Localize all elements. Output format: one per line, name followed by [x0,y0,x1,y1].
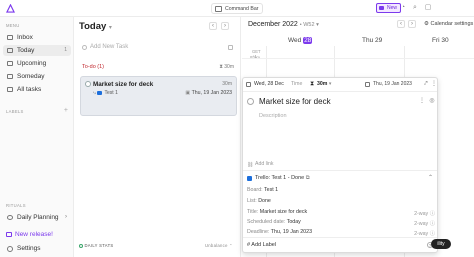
labels-section-label: LABELS [6,109,24,114]
sync-mode: 2-way ⓘ [414,231,435,237]
todo-total-estimate: ⧗ 30m [219,64,234,70]
calendar-day-icon [7,48,13,53]
link-icon: ⛓ [247,162,254,168]
page-title[interactable]: Today ▾ [79,21,112,32]
chevron-down-icon: ▾ [108,25,112,31]
stats-icon [79,243,83,248]
rituals-section-label: RITUALS [6,203,26,208]
modal-toolbar: Wed, 28 Dec Time ⧗ 30m ▾ Thu, 19 Jan 202… [243,78,437,92]
gift-icon [6,232,12,237]
add-label-icon[interactable]: + [64,107,68,114]
trello-icon [247,176,252,181]
task-estimate: 30m [222,81,232,87]
search-icon[interactable]: ⌕ [411,4,419,12]
daily-stats-bar[interactable]: DAILY STATS Unbalance ⌃ [79,243,237,248]
chevron-down-icon: ▾ [328,81,332,87]
trello-row-deadline: Deadline: Thu, 19 Jan 2023 2-way ⓘ [247,229,435,237]
hourglass-icon: ⧗ [310,81,315,87]
sun-icon [7,215,13,220]
today-count: 1 [64,47,67,53]
trello-section-header[interactable]: Trello: Test 1 - Done ⧉ [247,175,310,182]
todo-section-header[interactable]: To-do (1) [82,64,104,70]
sync-mode: 2-way ⓘ [414,221,435,227]
gear-icon [7,246,13,252]
task-card[interactable]: Market size for deck 30m ⤷ Test 1 ▣ Thu,… [80,76,237,116]
settings-link[interactable]: Settings [3,243,71,254]
add-link-button[interactable]: ⛓ Add link [247,161,273,168]
calendar-prev-button[interactable]: ‹ [397,20,405,28]
sidebar-item-today[interactable]: Today 1 [3,45,71,56]
trello-row-board: Board: Test 1 [247,187,279,193]
day-header-fri[interactable]: Fri 30 [432,37,449,44]
window-icon[interactable]: ▢ [424,4,432,12]
sidebar-item-all-tasks[interactable]: All tasks [3,84,71,95]
floating-pill-button[interactable]: ility [431,239,451,249]
sidebar-item-someday[interactable]: Someday [3,71,71,82]
trello-row-scheduled: Scheduled date: Today 2-way ⓘ [247,219,435,227]
divider [243,237,437,238]
gear-icon: ⚙ [424,21,429,27]
link-icon[interactable]: ⤤ [423,81,429,88]
sync-mode: 2-way ⓘ [414,211,435,217]
calendar-icon: ▣ [185,90,191,96]
today-column: Today ▾ ‹ › Add New Task To-do (1) ⧗ 30m… [75,17,241,257]
calendar-next-button[interactable]: › [408,20,416,28]
new-release-link[interactable]: New release! [6,231,53,238]
trello-row-title: Title: Market size for deck 2-way ⓘ [247,209,435,217]
scheduled-date-button[interactable]: Wed, 28 Dec [246,81,284,87]
clock-icon [7,74,13,79]
gift-icon [379,6,384,10]
prev-day-button[interactable]: ‹ [209,22,217,30]
new-badge[interactable]: New [376,3,402,13]
view-toggle-icon[interactable] [228,45,233,50]
command-icon [215,6,222,12]
app-logo [6,4,15,13]
calendar-icon [7,61,13,66]
time-field[interactable]: Time [291,81,302,87]
chevron-right-icon: › [65,214,67,220]
hour-gridline [242,58,474,59]
menu-section-label: MENU [6,23,20,28]
next-day-button[interactable]: › [221,22,229,30]
unbalance-label: Unbalance ⌃ [204,243,233,248]
plus-circle-icon [82,45,87,50]
task-title-field[interactable]: Market size for deck [259,97,331,106]
add-task-input[interactable]: Add New Task [79,42,237,53]
sidebar-item-daily-planning[interactable]: Daily Planning › [3,212,71,223]
link-icon: ⤷ [93,90,96,96]
more-vertical-icon[interactable]: ⋮ [419,98,425,105]
top-bar: Command Bar New ◔ ⌕ ▢ [0,0,474,17]
day-header-thu[interactable]: Thu 29 [362,37,382,44]
trello-icon [97,90,103,95]
divider [243,170,437,171]
calendar-settings-button[interactable]: ⚙ Calendar settings [424,21,473,27]
calendar-title[interactable]: December 2022 • W52 ▾ [248,21,319,28]
task-due-date: ▣ Thu, 19 Jan 2023 [185,90,232,96]
task-complete-checkbox[interactable] [247,98,254,105]
task-detail-modal: Wed, 28 Dec Time ⧗ 30m ▾ Thu, 19 Jan 202… [242,77,438,253]
description-field[interactable]: Description [259,113,287,119]
add-label-button[interactable]: # Add Label [247,242,276,248]
inbox-icon [7,35,13,40]
command-bar-button[interactable]: Command Bar [211,3,264,14]
sidebar-item-inbox[interactable]: Inbox [3,32,71,43]
due-date-button[interactable]: Thu, 19 Jan 2023 [365,81,412,87]
trello-row-list: List: Done [247,198,271,204]
chevron-up-icon[interactable]: ⌃ [428,174,433,181]
timer-icon[interactable]: ◔ [399,4,407,12]
external-link-icon: ⧉ [305,175,310,181]
trello-status-icon[interactable]: ◎ [429,98,435,105]
sidebar-item-upcoming[interactable]: Upcoming [3,58,71,69]
more-icon[interactable]: ⋮ [431,81,437,88]
task-title: Market size for deck [93,81,154,88]
task-source: ⤷ Test 1 [93,90,118,96]
day-header-wed[interactable]: Wed 28 [288,37,313,44]
calendar-icon [246,82,251,87]
list-icon [7,87,13,92]
estimate-button[interactable]: ⧗ 30m ▾ [309,81,331,87]
calendar-icon [365,82,370,87]
sidebar: MENU Inbox Today 1 Upcoming Someday All … [0,17,74,257]
task-checkbox[interactable] [85,81,91,87]
